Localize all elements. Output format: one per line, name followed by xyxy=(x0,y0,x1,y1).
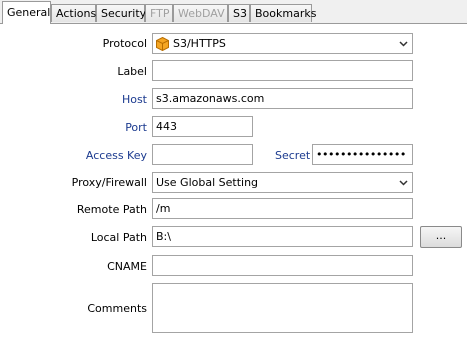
port-input[interactable]: 443 xyxy=(152,116,253,137)
secret-label: Secret xyxy=(275,149,311,162)
tab-bookmarks[interactable]: Bookmarks xyxy=(250,4,316,22)
tab-actions[interactable]: Actions xyxy=(51,4,96,22)
access-key-label: Access Key xyxy=(85,149,147,162)
access-key-input[interactable] xyxy=(152,144,253,165)
remote-path-input[interactable]: /m xyxy=(152,198,413,219)
secret-input[interactable]: ••••••••••••••• xyxy=(312,144,413,165)
label-label: Label xyxy=(117,65,147,78)
protocol-dropdown[interactable]: S3/HTTPS xyxy=(152,33,413,54)
tab-ftp[interactable]: FTP xyxy=(145,4,173,22)
proxy-firewall-value: Use Global Setting xyxy=(156,176,259,189)
host-label: Host xyxy=(121,93,147,106)
protocol-value: S3/HTTPS xyxy=(173,37,226,50)
label-input[interactable] xyxy=(152,60,413,81)
chevron-down-icon xyxy=(399,41,408,47)
proxy-firewall-label: Proxy/Firewall xyxy=(71,176,147,189)
chevron-down-icon xyxy=(399,180,408,186)
tab-s3[interactable]: S3 xyxy=(228,4,250,22)
local-path-input[interactable]: B:\ xyxy=(152,226,413,247)
tab-bar: General Actions Security FTP WebDAV S3 B… xyxy=(0,0,467,24)
comments-label: Comments xyxy=(87,302,147,315)
tab-security[interactable]: Security xyxy=(96,4,146,22)
proxy-firewall-dropdown[interactable]: Use Global Setting xyxy=(152,172,413,193)
amazon-s3-cube-icon xyxy=(156,37,169,51)
remote-path-label: Remote Path xyxy=(76,203,147,216)
host-input[interactable]: s3.amazonaws.com xyxy=(152,88,413,109)
cname-label: CNAME xyxy=(107,260,147,273)
tab-general[interactable]: General xyxy=(2,1,51,24)
comments-textarea[interactable] xyxy=(152,283,413,333)
browse-local-path-button[interactable]: ... xyxy=(420,226,462,248)
port-label: Port xyxy=(125,121,147,134)
cname-input[interactable] xyxy=(152,255,413,276)
tab-webdav[interactable]: WebDAV xyxy=(173,4,228,22)
protocol-label: Protocol xyxy=(102,37,147,50)
local-path-label: Local Path xyxy=(90,231,147,244)
